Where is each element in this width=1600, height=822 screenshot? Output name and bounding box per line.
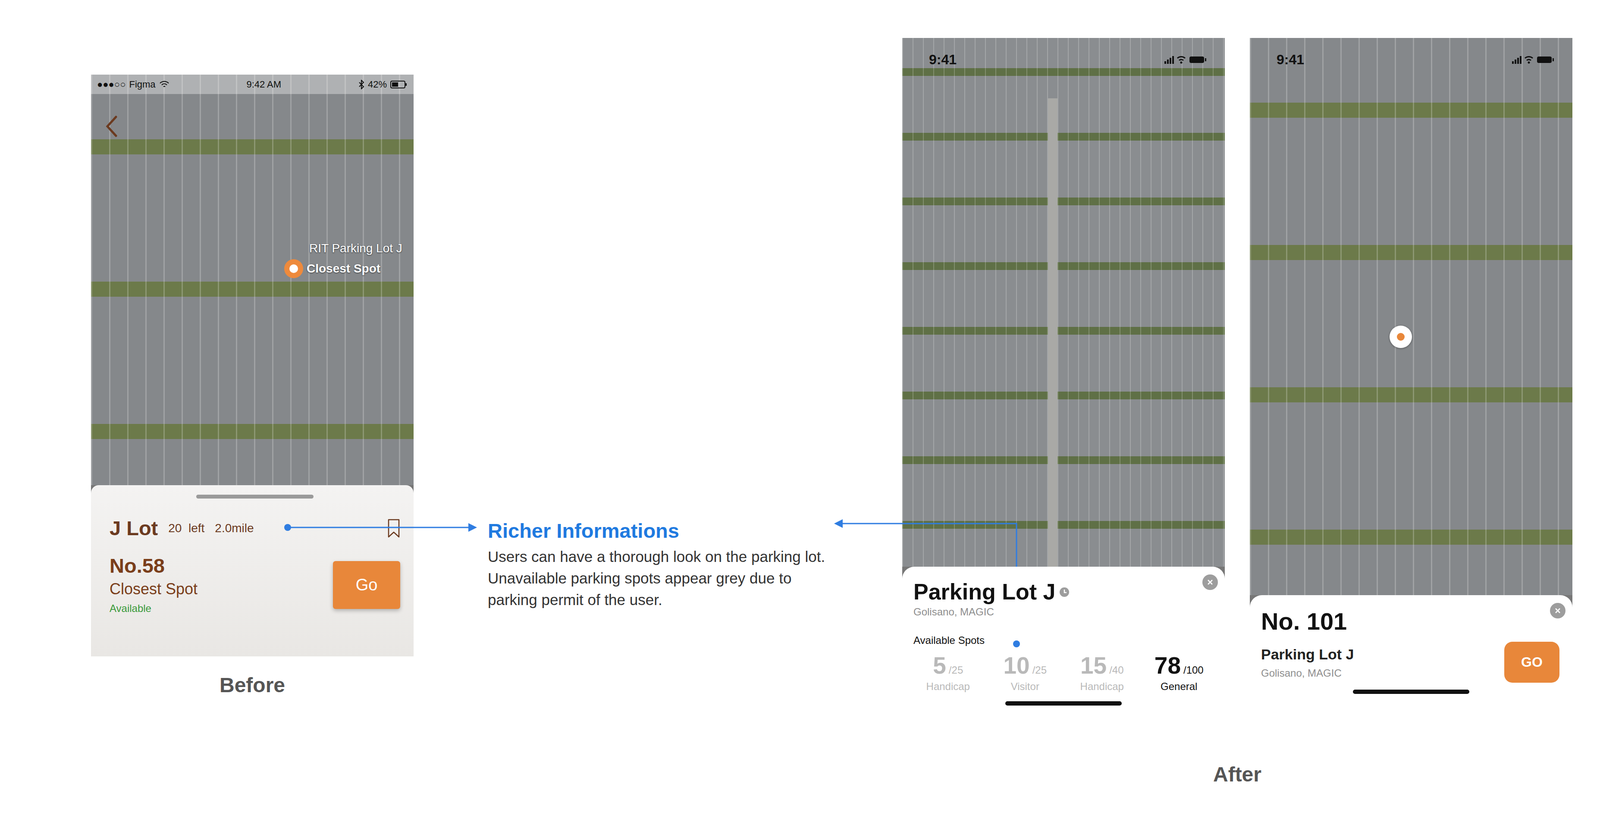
map-place-label: RIT Parking Lot J: [309, 239, 403, 258]
battery-icon: [390, 80, 408, 89]
lot-name: J Lot: [109, 513, 158, 544]
stat-count: 15: [1080, 652, 1107, 679]
bottom-sheet[interactable]: J Lot 20 left 2.0mile No.58 Closest Spot…: [90, 485, 414, 657]
battery-percent: 42%: [367, 77, 387, 92]
bluetooth-icon: [358, 79, 365, 90]
spot-title: No. 101: [1261, 608, 1562, 635]
spot-stat[interactable]: 5/25Handicap: [909, 652, 987, 695]
status-bar: 9:41: [902, 37, 1225, 70]
stat-label: General: [1140, 678, 1218, 695]
clock: 9:42 AM: [246, 77, 282, 92]
section-label: Available Spots: [913, 632, 1214, 649]
carrier: Figma: [128, 77, 156, 92]
spot-lot: Parking Lot J: [1261, 643, 1354, 666]
clock: 9:41: [928, 49, 957, 70]
arrows: [0, 0, 1600, 822]
spot-stat[interactable]: 15/40Handicap: [1063, 652, 1141, 695]
spot-kind: Closest Spot: [109, 577, 198, 601]
go-button[interactable]: Go: [332, 561, 401, 609]
stat-count: 5: [932, 652, 947, 679]
before-label: Before: [90, 669, 414, 701]
stat-grid: 5/25Handicap10/25Visitor15/40Handicap78/…: [909, 652, 1218, 695]
spot-number: No.58: [109, 554, 198, 578]
stat-total: /100: [1183, 662, 1204, 678]
distance: 2.0mile: [214, 519, 254, 538]
stat-label: Handicap: [909, 678, 987, 695]
stat-total: /25: [948, 662, 964, 678]
status-bar: ●●●○○ Figma 9:42 AM 42%: [90, 74, 414, 95]
close-icon[interactable]: [1549, 602, 1566, 619]
stat-count: 78: [1154, 652, 1181, 679]
map[interactable]: 9:41: [1249, 37, 1573, 596]
availability: Available: [109, 600, 198, 617]
status-icons-icon: [1164, 54, 1208, 65]
bookmark-icon[interactable]: [387, 518, 401, 539]
stat-total: /40: [1109, 662, 1124, 678]
spot-stat[interactable]: 78/100General: [1140, 652, 1218, 695]
lot-sheet[interactable]: Parking Lot J Golisano, MAGIC Available …: [902, 566, 1225, 735]
spot-stat[interactable]: 10/25Visitor: [986, 652, 1064, 695]
spots-left: 20 left: [168, 519, 205, 538]
stat-total: /25: [1032, 662, 1047, 678]
map[interactable]: 9:41: [902, 37, 1225, 567]
lot-title: Parking Lot J: [913, 579, 1056, 605]
before-phone: ●●●○○ Figma 9:42 AM 42% RIT Parking Lot …: [90, 74, 414, 657]
wifi-icon: [159, 80, 170, 89]
callout-body: Users can have a thorough look on the pa…: [487, 545, 838, 611]
marker-label: Closest Spot: [306, 259, 381, 278]
after-lot-phone: 9:41 Parking Lot J Golisano, MAGIC Avail…: [902, 37, 1225, 735]
clock-icon[interactable]: [1058, 586, 1070, 598]
go-button[interactable]: GO: [1504, 641, 1560, 683]
marker-dot-icon[interactable]: [284, 259, 304, 279]
after-spot-phone: 9:41 No. 101 Parking Lot J Golisano, MAG…: [1249, 37, 1573, 735]
stat-count: 10: [1003, 652, 1030, 679]
after-label: After: [902, 759, 1573, 791]
home-indicator[interactable]: [1352, 689, 1470, 694]
lot-subtitle: Golisano, MAGIC: [913, 604, 1214, 620]
close-icon[interactable]: [1202, 574, 1218, 590]
spot-subtitle: Golisano, MAGIC: [1261, 665, 1354, 681]
status-icons-icon: [1512, 54, 1556, 65]
spot-sheet[interactable]: No. 101 Parking Lot J Golisano, MAGIC GO: [1249, 595, 1573, 735]
status-bar: 9:41: [1249, 37, 1573, 70]
stat-label: Visitor: [986, 678, 1064, 695]
home-indicator[interactable]: [1005, 701, 1122, 706]
clock: 9:41: [1276, 49, 1305, 70]
sheet-handle[interactable]: [196, 494, 314, 499]
closest-spot-marker[interactable]: Closest Spot: [284, 259, 381, 279]
map[interactable]: ●●●○○ Figma 9:42 AM 42% RIT Parking Lot …: [90, 74, 414, 486]
slide: ●●●○○ Figma 9:42 AM 42% RIT Parking Lot …: [0, 0, 1600, 822]
spot-pin-icon[interactable]: [1389, 325, 1412, 349]
back-chevron-icon[interactable]: [103, 114, 120, 139]
signal-dots: ●●●○○: [97, 77, 126, 92]
callout-title: Richer Informations: [487, 515, 680, 547]
stat-label: Handicap: [1063, 678, 1141, 695]
